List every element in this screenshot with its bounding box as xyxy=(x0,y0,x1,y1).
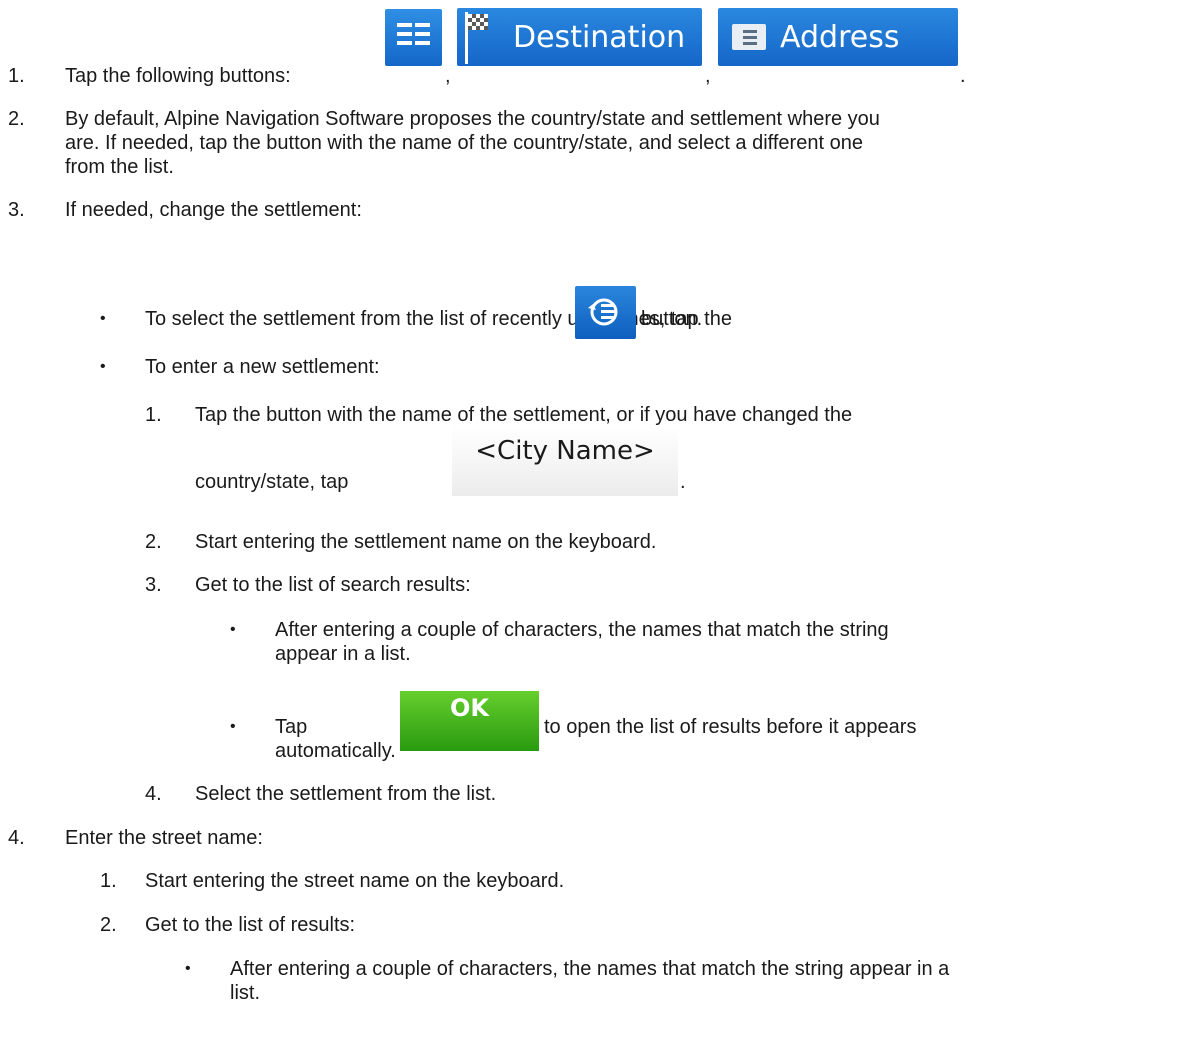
step-2-line: from the list. xyxy=(65,156,174,178)
substep-1-line: Tap the button with the name of the sett… xyxy=(195,404,853,426)
step-4-bullet-line: After entering a couple of characters, t… xyxy=(230,958,950,980)
step-3-text: If needed, change the settlement: xyxy=(65,199,362,221)
substep-number: 1. xyxy=(100,870,117,892)
checkered-flag-icon xyxy=(465,12,491,64)
result-bullet-line: After entering a couple of characters, t… xyxy=(275,619,889,641)
destination-button[interactable]: Destination xyxy=(457,8,702,66)
step-1-separator: , xyxy=(705,65,711,87)
step-4-bullet-line: list. xyxy=(230,982,260,1004)
main-menu-icon xyxy=(397,23,430,45)
step-4-substep-1: Start entering the street name on the ke… xyxy=(145,870,565,892)
step-4-text: Enter the street name: xyxy=(65,827,263,849)
substep-number: 2. xyxy=(100,914,117,936)
substep-number: 1. xyxy=(145,404,162,426)
step-1-number: 1. xyxy=(8,65,25,87)
result-bullet-line: appear in a list. xyxy=(275,643,411,665)
step-3-number: 3. xyxy=(8,199,25,221)
substep-number: 2. xyxy=(145,531,162,553)
bullet-icon: • xyxy=(230,621,236,638)
step-2-line: By default, Alpine Navigation Software p… xyxy=(65,108,880,130)
main-menu-button[interactable] xyxy=(385,9,442,66)
step-1-separator: , xyxy=(445,65,451,87)
tap-text: Tap xyxy=(275,716,308,738)
address-card-icon xyxy=(732,24,766,50)
address-label: Address xyxy=(780,20,900,55)
substep-1-line: country/state, tap xyxy=(195,471,349,493)
substep-3-text: Get to the list of search results: xyxy=(195,574,471,596)
city-name-label: <City Name> xyxy=(475,436,655,466)
substep-number: 3. xyxy=(145,574,162,596)
substep-number: 4. xyxy=(145,783,162,805)
step-1-text: Tap the following buttons: xyxy=(65,65,291,87)
step-3-bullet-b: To enter a new settlement: xyxy=(145,356,380,378)
history-button[interactable] xyxy=(575,286,636,339)
bullet-icon: • xyxy=(185,960,191,977)
step-2-number: 2. xyxy=(8,108,25,130)
substep-2-text: Start entering the settlement name on th… xyxy=(195,531,657,553)
step-4-substep-2: Get to the list of results: xyxy=(145,914,356,936)
ok-label: OK xyxy=(450,694,489,722)
destination-label: Destination xyxy=(513,20,686,55)
substep-4-text: Select the settlement from the list. xyxy=(195,783,497,805)
bullet-icon: • xyxy=(100,310,106,327)
step-4-number: 4. xyxy=(8,827,25,849)
ok-button[interactable]: OK xyxy=(400,691,539,751)
substep-1-end: . xyxy=(680,471,686,493)
city-name-button[interactable]: <City Name> xyxy=(452,426,678,496)
step-3-bullet-a-end: button. xyxy=(641,308,703,330)
history-list-icon xyxy=(588,298,618,326)
bullet-icon: • xyxy=(230,718,236,735)
ok-bullet-line: to open the list of results before it ap… xyxy=(544,716,917,738)
step-1-end: . xyxy=(960,65,966,87)
ok-bullet-line: automatically. xyxy=(275,740,396,762)
step-2-line: are. If needed, tap the button with the … xyxy=(65,132,863,154)
address-button[interactable]: Address xyxy=(718,8,958,66)
bullet-icon: • xyxy=(100,358,106,375)
